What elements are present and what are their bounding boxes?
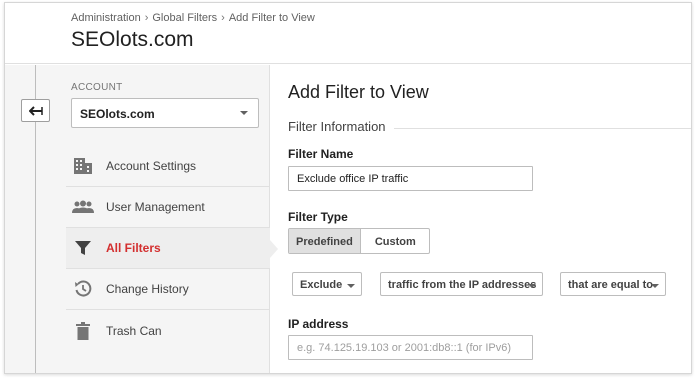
nav-item-account-settings[interactable]: Account Settings xyxy=(66,146,270,187)
filter-type-label: Filter Type xyxy=(288,210,348,224)
filter-source-select[interactable]: traffic from the IP addresses xyxy=(380,272,543,296)
filter-name-label: Filter Name xyxy=(288,147,354,161)
nav-item-all-filters[interactable]: All Filters xyxy=(66,228,278,269)
filter-type-toggle: Predefined Custom xyxy=(288,228,430,254)
users-icon xyxy=(72,197,94,217)
filter-action-value: Exclude xyxy=(300,279,343,291)
chevron-down-icon xyxy=(651,284,659,288)
nav-item-change-history[interactable]: Change History xyxy=(66,269,270,310)
chevron-down-icon xyxy=(240,111,248,115)
filter-operator-select[interactable]: that are equal to xyxy=(560,272,666,296)
main-title: Add Filter to View xyxy=(288,82,429,102)
breadcrumb: Administration › Global Filters › Add Filter… xyxy=(71,12,315,24)
building-icon xyxy=(72,156,94,176)
nav-label: Trash Can xyxy=(106,323,162,338)
ip-address-input[interactable]: e.g. 74.125.19.103 or 2001:db8::1 (for I… xyxy=(288,335,533,360)
filter-icon xyxy=(72,238,94,258)
section-title: Filter Information xyxy=(288,119,394,134)
account-select-value: SEOlots.com xyxy=(80,107,155,121)
account-select[interactable]: SEOlots.com xyxy=(71,98,259,128)
filter-type-predefined-button[interactable]: Predefined xyxy=(289,229,361,253)
filter-operator-value: that are equal to xyxy=(568,279,653,291)
breadcrumb-administration[interactable]: Administration xyxy=(71,12,141,24)
filter-name-input[interactable]: Exclude office IP traffic xyxy=(288,166,533,191)
breadcrumb-global-filters[interactable]: Global Filters xyxy=(152,12,217,24)
nav-label: All Filters xyxy=(106,241,161,255)
trash-icon xyxy=(72,321,94,341)
admin-nav: Account Settings User Management All Fil… xyxy=(66,146,278,351)
ip-address-label: IP address xyxy=(288,317,349,331)
nav-item-trash-can[interactable]: Trash Can xyxy=(66,310,270,351)
chevron-down-icon xyxy=(528,284,536,288)
account-label: ACCOUNT xyxy=(71,82,123,93)
back-button[interactable] xyxy=(21,99,50,122)
nav-label: Change History xyxy=(106,282,189,296)
breadcrumb-separator: › xyxy=(144,12,149,24)
page-title: SEOlots.com xyxy=(71,28,194,51)
chevron-down-icon xyxy=(347,284,355,288)
main-content: Add Filter to View Filter Information Fi… xyxy=(271,65,691,373)
filter-source-value: traffic from the IP addresses xyxy=(388,279,537,291)
back-arrow-icon xyxy=(28,105,43,116)
filter-action-select[interactable]: Exclude xyxy=(292,272,362,296)
filter-type-custom-button[interactable]: Custom xyxy=(361,229,429,253)
nav-label: User Management xyxy=(106,200,205,214)
breadcrumb-current: Add Filter to View xyxy=(228,12,315,24)
breadcrumb-separator: › xyxy=(221,12,225,24)
nav-label: Account Settings xyxy=(106,159,197,173)
account-panel: ACCOUNT SEOlots.com Account Settings Use… xyxy=(66,65,278,373)
page-header: Administration › Global Filters › Add Filter… xyxy=(5,3,691,64)
nav-item-user-management[interactable]: User Management xyxy=(66,187,270,228)
app-frame: Administration › Global Filters › Add Filter… xyxy=(4,2,692,374)
history-icon xyxy=(72,279,94,299)
